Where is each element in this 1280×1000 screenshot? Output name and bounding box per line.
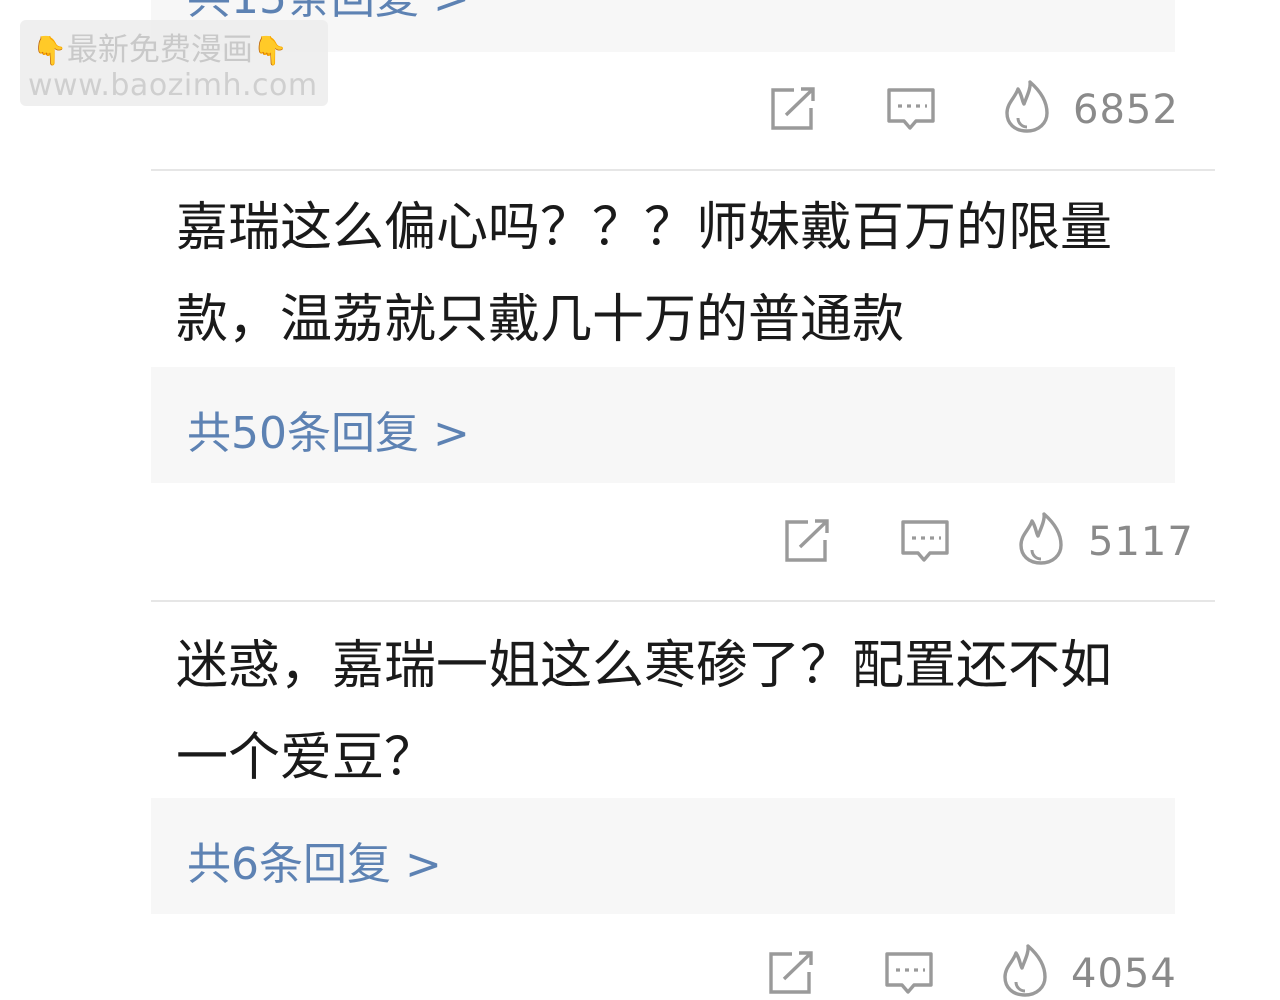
watermark-url: www.baozimh.com — [28, 68, 318, 103]
comment-divider — [151, 169, 1215, 171]
comment-icon[interactable] — [886, 86, 936, 138]
replies-box[interactable]: 共50条回复 > — [151, 367, 1175, 483]
like-count: 6852 — [1073, 87, 1179, 133]
share-icon[interactable] — [766, 950, 816, 1000]
watermark-title: 最新免费漫画 — [66, 32, 253, 68]
comment-action-bar: 6852 — [768, 80, 1179, 146]
flame-icon[interactable] — [1018, 512, 1064, 570]
watermark: 👇最新免费漫画👇 www.baozimh.com — [20, 20, 328, 106]
comment-text: 迷惑，嘉瑞一姐这么寒碜了？配置还不如一个爱豆？ — [176, 636, 1113, 788]
like-count: 5117 — [1088, 519, 1194, 565]
comment-action-bar: 4054 — [766, 944, 1178, 1000]
share-icon[interactable] — [768, 86, 818, 136]
flame-icon[interactable] — [1004, 80, 1050, 138]
share-icon[interactable] — [782, 518, 832, 568]
pointing-down-icon: 👇 — [32, 34, 67, 67]
comment-icon[interactable] — [900, 518, 950, 570]
flame-icon[interactable] — [1002, 944, 1048, 1000]
pointing-down-icon: 👇 — [252, 34, 288, 67]
like-count: 4054 — [1071, 951, 1177, 997]
replies-box[interactable]: 共6条回复 > — [151, 798, 1175, 914]
comment-text: 嘉瑞这么偏心吗？？？师妹戴百万的限量款，温荔就只戴几十万的普通款 — [176, 198, 1113, 350]
comment-icon[interactable] — [884, 950, 934, 1000]
view-replies-link[interactable]: 共6条回复 > — [187, 828, 442, 892]
comment-divider — [151, 600, 1215, 602]
comment-action-bar: 5117 — [782, 512, 1193, 578]
view-replies-link[interactable]: 共50条回复 > — [187, 397, 470, 461]
comments-page: 👇最新免费漫画👇 www.baozimh.com 共15条回复 > 6852 — [0, 0, 1280, 1000]
